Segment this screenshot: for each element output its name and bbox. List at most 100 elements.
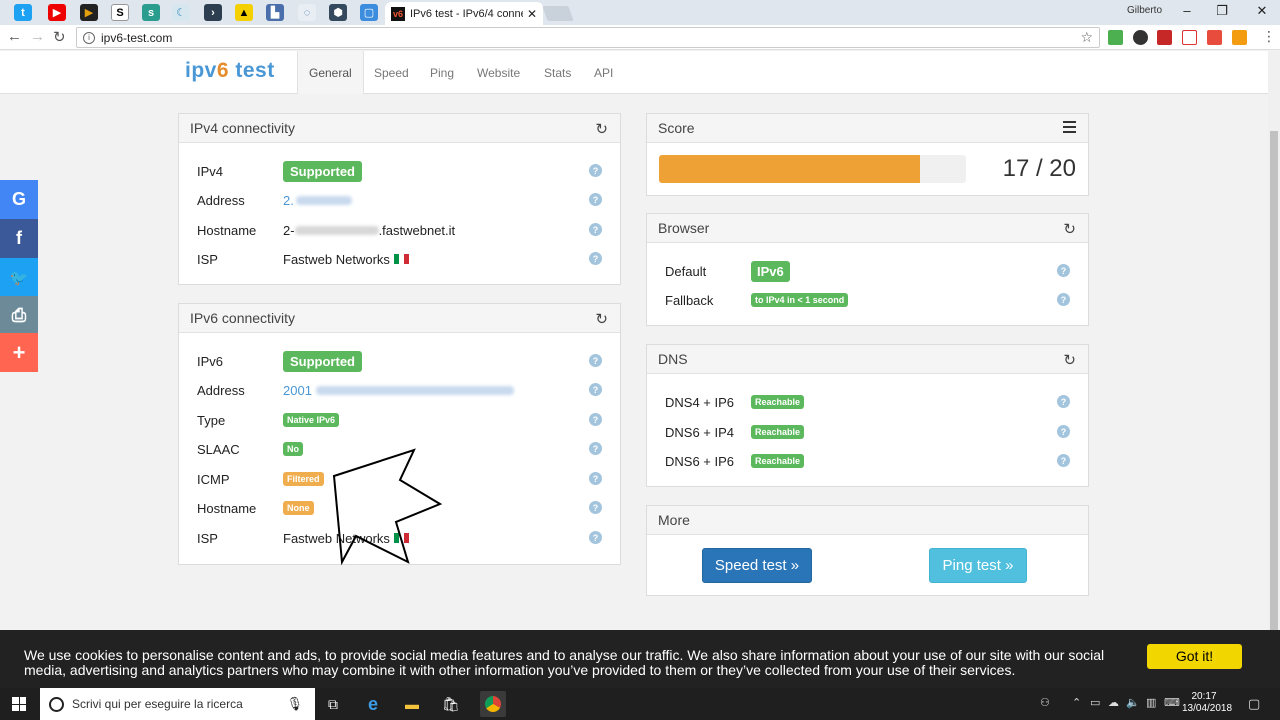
site-info-icon[interactable]: i [83,31,95,44]
pinned-tab-yellow-icon[interactable]: ▲ [235,4,253,21]
twitter-share-button[interactable]: 🐦 [0,258,38,297]
clock-date: 13/04/2018 [1182,703,1233,714]
list-icon[interactable] [1063,121,1076,133]
help-icon[interactable]: ? [589,472,602,485]
battery-icon[interactable]: ▭ [1090,696,1100,709]
help-icon[interactable]: ? [589,442,602,455]
help-icon[interactable]: ? [589,164,602,177]
window-close-icon[interactable]: ✕ [1252,3,1272,19]
back-arrow-icon[interactable]: ← [7,28,22,45]
help-icon[interactable]: ? [589,413,602,426]
refresh-icon[interactable]: ↻ [1063,351,1076,369]
ping-test-button[interactable]: Ping test » [929,548,1027,583]
ipv4-panel-title: IPv4 connectivity [190,120,296,136]
help-icon[interactable]: ? [1057,395,1070,408]
reload-icon[interactable]: ↻ [53,28,66,46]
help-icon[interactable]: ? [589,193,602,206]
menu-icon[interactable]: ⋮ [1262,28,1276,45]
file-explorer-icon[interactable]: ▬ [402,694,422,714]
pinned-tab-hex-icon[interactable]: ⬢ [329,4,347,21]
help-icon[interactable]: ? [589,531,602,544]
tab-api[interactable]: API [594,51,613,94]
windows-start-icon[interactable] [12,697,26,711]
help-icon[interactable]: ? [1057,425,1070,438]
help-icon[interactable]: ? [589,354,602,367]
row-label: IPv6 [197,353,224,369]
extension-rss-icon[interactable] [1232,30,1247,45]
volume-icon[interactable]: 🔈 [1126,696,1140,709]
pinned-tab-teal-icon[interactable]: s [142,4,160,21]
ipv6-favicon-icon: v6 [391,6,405,21]
tray-chevron-icon[interactable]: ⌃ [1072,696,1081,709]
pinned-tab-twitter-icon[interactable]: t [14,4,32,21]
active-tab-title: IPv6 test - IPv6/4 connec [410,7,523,20]
print-button[interactable]: ⎙ [0,296,38,335]
extension-dark-icon[interactable] [1133,30,1148,45]
profile-name[interactable]: Gilberto [1127,5,1162,16]
tab-speed[interactable]: Speed [374,51,409,94]
help-icon[interactable]: ? [589,383,602,396]
speed-test-button[interactable]: Speed test » [702,548,812,583]
pinned-tab-spiral-icon[interactable]: ☾ [172,4,190,21]
help-icon[interactable]: ? [1057,454,1070,467]
google-share-button[interactable]: G [0,180,38,219]
facebook-share-button[interactable]: f [0,219,38,258]
help-icon[interactable]: ? [1057,264,1070,277]
page-scrollbar[interactable] [1268,51,1280,691]
score-text: 17 / 20 [1002,155,1076,182]
pinned-tab-dark-icon[interactable]: › [204,4,222,21]
task-view-icon[interactable]: ⧉ [323,694,343,714]
pinned-tab-youtube-icon[interactable]: ▶ [48,4,66,21]
row-label: IPv4 [197,163,224,179]
network-icon[interactable]: ▥ [1146,696,1156,709]
store-icon[interactable]: 🛍 [441,694,461,714]
search-placeholder: Scrivi qui per eseguire la ricerca [72,697,243,711]
notification-icon[interactable]: ▢ [1248,696,1260,712]
people-icon[interactable]: ⚇ [1040,696,1050,709]
url-input[interactable]: i ipv6-test.com ☆ [76,27,1100,48]
more-share-button[interactable]: + [0,333,38,372]
pinned-tab-plex-icon[interactable]: ▶ [80,4,98,21]
ipv4-address: 2. [283,192,294,208]
help-icon[interactable]: ? [1057,293,1070,306]
cookie-accept-button[interactable]: Got it! [1147,644,1242,669]
help-icon[interactable]: ? [589,223,602,236]
scrollbar-thumb[interactable] [1270,131,1278,691]
close-tab-icon[interactable]: ✕ [527,7,537,21]
refresh-icon[interactable]: ↻ [595,310,608,328]
tab-stats[interactable]: Stats [544,51,571,94]
refresh-icon[interactable]: ↻ [1063,220,1076,238]
tab-general[interactable]: General [297,51,364,94]
browser-panel-title: Browser [658,220,710,236]
hostname-prefix: 2- [283,222,295,238]
extension-gmail-icon[interactable] [1182,30,1197,45]
chrome-icon[interactable] [480,691,506,717]
active-tab[interactable]: v6 IPv6 test - IPv6/4 connec ✕ [385,2,543,25]
pinned-tab-circle-icon[interactable]: ◌ [298,4,316,21]
edge-icon[interactable]: e [363,694,383,714]
forward-arrow-icon[interactable]: → [30,28,45,45]
icmp-badge: Filtered [283,472,324,486]
new-tab-button[interactable] [542,6,574,21]
onedrive-icon[interactable]: ☁ [1108,696,1119,709]
language-icon[interactable]: ⌨ [1164,696,1180,709]
site-logo[interactable]: ipv6 test [185,59,275,83]
restore-icon[interactable]: ❐ [1212,3,1232,19]
taskbar-search-input[interactable]: Scrivi qui per eseguire la ricerca 🎙 [40,688,315,720]
refresh-icon[interactable]: ↻ [595,120,608,138]
help-icon[interactable]: ? [589,252,602,265]
microphone-icon[interactable]: 🎙 [286,696,303,712]
pinned-tab-window-icon[interactable]: ▢ [360,4,378,21]
minimize-icon[interactable]: – [1177,3,1197,18]
pinned-tab-chart-icon[interactable]: ▙ [266,4,284,21]
bookmark-star-icon[interactable]: ☆ [1080,29,1093,46]
extension-pocket-icon[interactable] [1207,30,1222,45]
extension-shield-icon[interactable] [1108,30,1123,45]
taskbar-clock[interactable]: 20:17 13/04/2018 [1182,691,1233,715]
pinned-tab-s-icon[interactable]: S [111,4,129,21]
extension-red-icon[interactable] [1157,30,1172,45]
hostname-badge: None [283,501,314,515]
tab-ping[interactable]: Ping [430,51,454,94]
tab-website[interactable]: Website [477,51,520,94]
help-icon[interactable]: ? [589,501,602,514]
